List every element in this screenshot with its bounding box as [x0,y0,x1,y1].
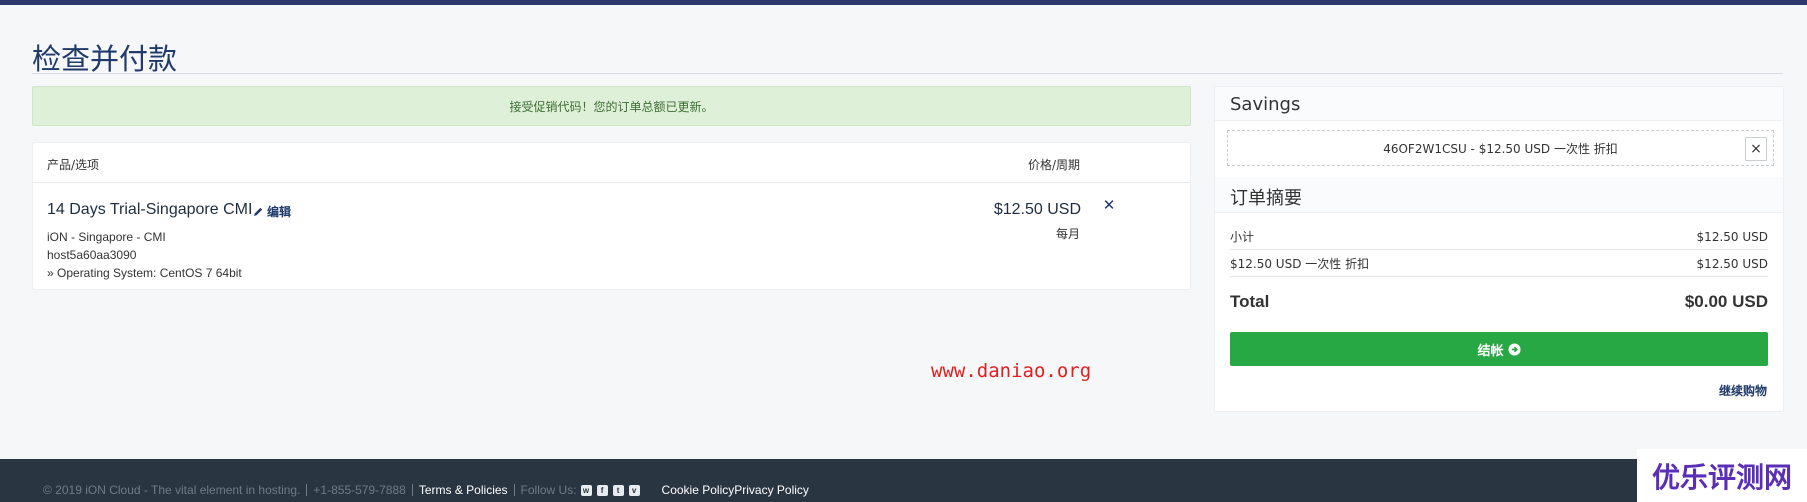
vimeo-icon[interactable]: v [628,484,640,496]
promo-text: 46OF2W1CSU - $12.50 USD 一次性 折扣 [1383,141,1618,156]
checkout-button[interactable]: 结帐 [1230,332,1768,366]
product-hostname: host5a60aa3090 [47,248,137,262]
total-row: Total $0.00 USD [1230,292,1768,312]
wechat-icon[interactable]: w [580,484,592,496]
row-value: $12.50 USD [1696,256,1768,271]
footer-phone: +1-855-579-7888 [313,483,406,497]
facebook-icon[interactable]: f [596,484,608,496]
cart-table: 产品/选项 价格/周期 14 Days Trial-Singapore CMI … [32,142,1191,290]
row-value: $12.50 USD [1696,229,1768,244]
row-label: $12.50 USD 一次性 折扣 [1230,257,1370,271]
terms-link[interactable]: Terms & Policies [419,483,508,497]
privacy-policy-link[interactable]: Privacy Policy [734,483,809,497]
total-value: $0.00 USD [1684,292,1768,311]
footer-copyright: © 2019 iON Cloud - The vital element in … [43,483,301,497]
product-name: 14 Days Trial-Singapore CMI [47,201,253,218]
total-label: Total [1230,292,1270,311]
footer: © 2019 iON Cloud - The vital element in … [0,459,1807,502]
top-accent-bar [0,0,1807,5]
alert-message: 接受促销代码！您的订单总额已更新。 [509,99,714,114]
summary-row: 小计 $12.50 USD [1230,224,1768,250]
cookie-policy-link[interactable]: Cookie Policy [662,483,735,497]
cart-item: 14 Days Trial-Singapore CMI 编辑 iON - Sin… [33,183,1190,290]
page-title: 检查并付款 [32,42,178,76]
checkout-label: 结帐 [1477,343,1504,359]
row-label: 小计 [1230,230,1255,244]
brand-watermark: 优乐评测网 [1637,449,1807,502]
summary-title: 订单摘要 [1230,188,1302,209]
header-product: 产品/选项 [47,158,100,172]
site-watermark: www.daniao.org [931,360,1092,382]
summary-row: $12.50 USD 一次性 折扣 $12.50 USD [1230,251,1768,277]
item-price: $12.50 USD [993,201,1081,218]
header-price: 价格/周期 [1027,158,1080,172]
edit-label: 编辑 [267,205,292,219]
order-sidebar: Savings 46OF2W1CSU - $12.50 USD 一次性 折扣 ×… [1214,86,1784,412]
title-divider [32,73,1783,74]
remove-item-icon[interactable]: ✕ [1101,198,1117,214]
remove-promo-button[interactable]: × [1745,137,1767,161]
twitter-icon[interactable]: t [612,484,624,496]
cart-header: 产品/选项 价格/周期 [33,143,1190,183]
social-icons: w f t v [580,484,640,496]
continue-shopping-link[interactable]: 继续购物 [1719,382,1767,399]
footer-line: © 2019 iON Cloud - The vital element in … [43,483,809,497]
edit-link[interactable]: 编辑 [253,203,291,220]
product-group: iON - Singapore - CMI [47,230,166,244]
promo-success-alert: 接受促销代码！您的订单总额已更新。 [32,86,1191,126]
item-cycle: 每月 [1055,227,1080,241]
applied-promo: 46OF2W1CSU - $12.50 USD 一次性 折扣 × [1227,130,1774,166]
follow-label: Follow Us: [520,483,577,497]
savings-title: Savings [1230,94,1301,115]
pencil-icon [253,207,263,217]
product-option: » Operating System: CentOS 7 64bit [47,266,242,280]
arrow-circle-right-icon [1507,342,1521,356]
